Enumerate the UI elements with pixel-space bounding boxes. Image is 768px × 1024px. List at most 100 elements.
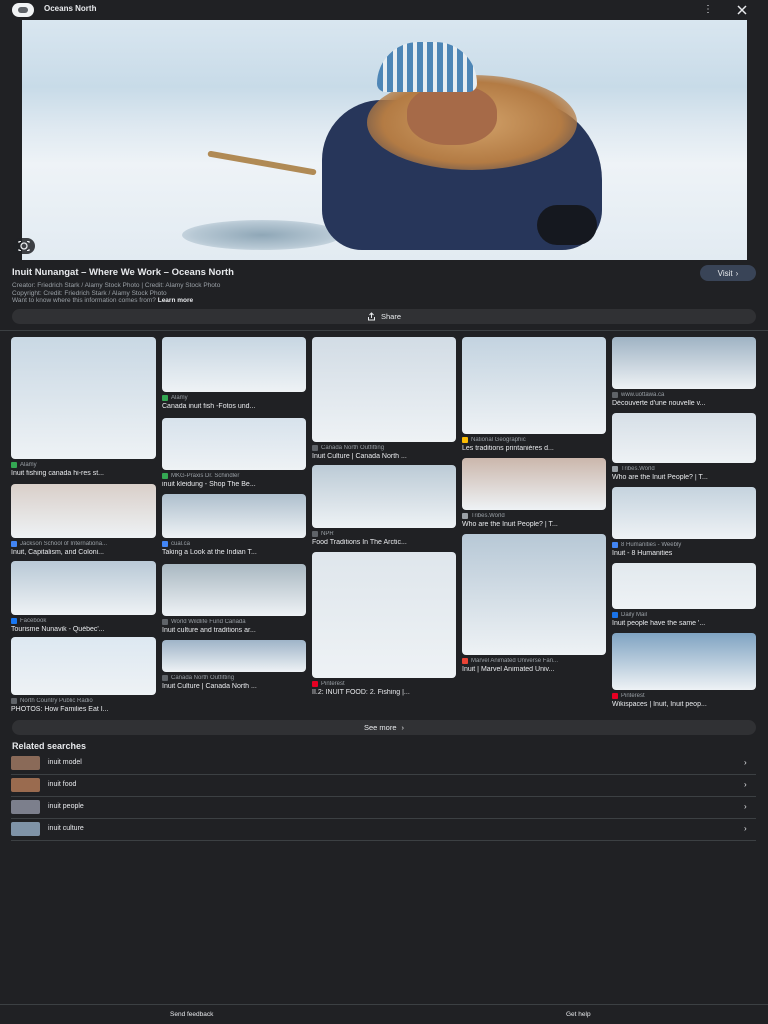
result-caption[interactable]: Inuit fishing canada hi-res st... [11, 470, 156, 477]
source-favicon-icon [312, 531, 318, 537]
related-search-thumbnail [11, 756, 40, 770]
result-caption[interactable]: Inuit - 8 Humanities [612, 550, 756, 557]
result-source-label: 8 Humanities - Weebly [621, 542, 682, 548]
result-thumbnail[interactable] [612, 563, 756, 609]
share-button[interactable]: Share [12, 309, 756, 324]
source-favicon-icon [11, 698, 17, 704]
image-title[interactable]: Inuit Nunangat – Where We Work – Oceans … [12, 267, 234, 278]
result-caption[interactable]: II.2: INUIT FOOD: 2. Fishing |... [312, 689, 456, 696]
related-search-item[interactable]: inuit culture › [11, 819, 756, 841]
send-feedback-link[interactable]: Send feedback [170, 1011, 213, 1018]
chevron-right-icon: › [744, 802, 747, 811]
result-caption[interactable]: Canada inuit fish -Fotos und... [162, 403, 306, 410]
result-source: Pinterest [612, 693, 756, 699]
result-thumbnail[interactable] [11, 637, 156, 695]
result-source: World Wildlife Fund Canada [162, 619, 306, 625]
result-thumbnail[interactable] [612, 487, 756, 539]
result-thumbnail[interactable] [11, 484, 156, 538]
source-favicon-icon [462, 513, 468, 519]
get-help-link[interactable]: Get help [566, 1011, 591, 1018]
visit-label: Visit [717, 268, 733, 278]
related-search-label: inuit people [48, 803, 84, 810]
source-favicon-icon [612, 466, 618, 472]
result-source-label: Canada North Outfitting [321, 445, 385, 451]
result-caption[interactable]: Who are the Inuit People? | T... [612, 474, 756, 481]
result-source-label: World Wildlife Fund Canada [171, 619, 246, 625]
result-thumbnail[interactable] [462, 534, 606, 655]
more-vertical-icon[interactable]: ⋮ [703, 4, 713, 16]
learn-more-link[interactable]: Learn more [158, 297, 193, 304]
result-caption[interactable]: Inuit culture and traditions ar... [162, 627, 306, 634]
result-thumbnail[interactable] [612, 413, 756, 463]
result-thumbnail[interactable] [312, 337, 456, 442]
result-thumbnail[interactable] [462, 337, 606, 434]
result-thumbnail[interactable] [162, 640, 306, 672]
result-source-label: Pinterest [321, 681, 345, 687]
result-caption[interactable]: Tourisme Nunavik - Québec'... [11, 626, 156, 633]
source-favicon-icon [162, 619, 168, 625]
result-caption[interactable]: Inuit Culture | Canada North ... [162, 683, 306, 690]
related-search-item[interactable]: inuit people › [11, 797, 756, 819]
result-thumbnail[interactable] [162, 337, 306, 392]
close-icon[interactable] [735, 3, 749, 17]
result-source: Facebook [11, 618, 156, 624]
lens-icon[interactable] [13, 238, 35, 254]
result-thumbnail[interactable] [162, 564, 306, 616]
result-thumbnail[interactable] [462, 458, 606, 510]
result-thumbnail[interactable] [11, 337, 156, 459]
footer: Send feedback Get help [0, 1004, 768, 1024]
result-caption[interactable]: Inuit | Marvel Animated Univ... [462, 666, 606, 673]
creator-text: Creator: Friedrich Stark / Alamy Stock P… [12, 282, 221, 289]
result-thumbnail[interactable] [162, 494, 306, 538]
result-caption[interactable]: Taking a Look at the Indian T... [162, 549, 306, 556]
result-source-label: cual.ca [171, 541, 191, 547]
main-image[interactable] [22, 20, 747, 260]
see-more-label: See more [363, 723, 397, 732]
result-caption[interactable]: Inuit, Capitalism, and Coloni... [11, 549, 156, 556]
result-source: cual.ca [162, 541, 306, 547]
result-caption[interactable]: Inuit people have the same '... [612, 620, 756, 627]
result-thumbnail[interactable] [162, 418, 306, 470]
result-source-label: Alamy [20, 462, 37, 468]
source-favicon-icon [162, 541, 168, 547]
source-favicon-icon [462, 437, 468, 443]
result-caption[interactable]: Inuit Culture | Canada North ... [312, 453, 456, 460]
result-caption[interactable]: PHOTOS: How Families Eat I... [11, 706, 156, 713]
site-favicon-icon [12, 3, 34, 17]
result-source: Tribes.World [612, 466, 756, 472]
result-thumbnail[interactable] [612, 337, 756, 389]
result-caption[interactable]: inuit kleidung - Shop The Be... [162, 481, 306, 488]
related-search-thumbnail [11, 778, 40, 792]
related-search-label: inuit culture [48, 825, 84, 832]
related-search-item[interactable]: inuit food › [11, 775, 756, 797]
result-source-label: www.uottawa.ca [621, 392, 665, 398]
chevron-right-icon: › [735, 268, 739, 278]
result-thumbnail[interactable] [11, 561, 156, 615]
result-source: 8 Humanities - Weebly [612, 542, 756, 548]
source-favicon-icon [11, 618, 17, 624]
source-favicon-icon [612, 612, 618, 618]
share-label: Share [380, 312, 401, 321]
chevron-right-icon: › [401, 723, 405, 732]
result-caption[interactable]: Les traditions printanières d... [462, 445, 606, 452]
result-caption[interactable]: Food Traditions In The Arctic... [312, 539, 456, 546]
result-thumbnail[interactable] [312, 552, 456, 678]
source-favicon-icon [162, 675, 168, 681]
result-caption[interactable]: Découverte d'une nouvelle v... [612, 400, 756, 407]
visit-button[interactable]: Visit › [700, 265, 756, 281]
source-favicon-icon [612, 392, 618, 398]
source-favicon-icon [11, 462, 17, 468]
copyright-text: Copyright: Credit: Friedrich Stark / Ala… [12, 290, 167, 297]
see-more-button[interactable]: See more › [12, 720, 756, 735]
related-searches-title: Related searches [12, 741, 87, 751]
result-thumbnail[interactable] [312, 465, 456, 528]
result-source: North Country Public Radio [11, 698, 156, 704]
related-search-item[interactable]: inuit model › [11, 753, 756, 775]
site-name: Oceans North [44, 4, 97, 13]
result-caption[interactable]: Who are the Inuit People? | T... [462, 521, 606, 528]
result-thumbnail[interactable] [612, 633, 756, 690]
result-source-label: Marvel Animated Universe Fan... [471, 658, 559, 664]
result-caption[interactable]: Wikispaces | Inuit, Inuit peop... [612, 701, 756, 708]
result-source: Alamy [162, 395, 306, 401]
result-source-label: Canada North Outfitting [171, 675, 235, 681]
